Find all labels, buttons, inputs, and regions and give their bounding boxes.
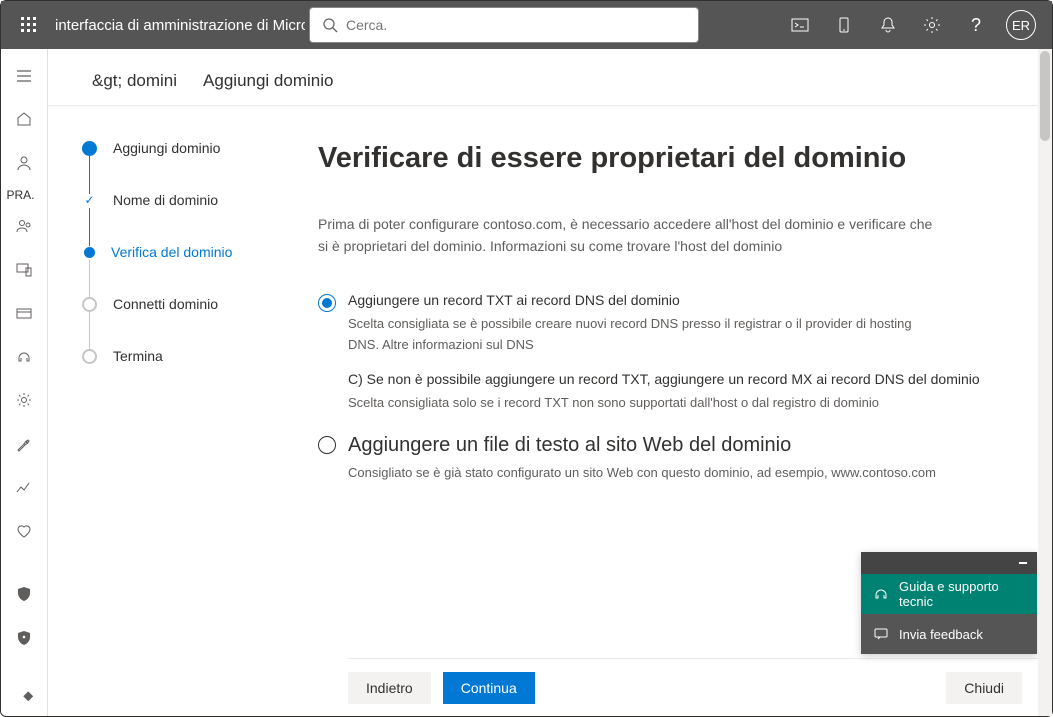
app-launcher-icon[interactable]	[9, 1, 49, 49]
gear-icon[interactable]	[4, 382, 44, 420]
option-txt-desc: Scelta consigliata se è possibile creare…	[348, 314, 938, 356]
notifications-icon[interactable]	[866, 1, 910, 49]
option-txt-title: Aggiungere un record TXT ai record DNS d…	[348, 292, 1002, 308]
panel-collapse-icon[interactable]	[861, 552, 1037, 574]
step-add-domain[interactable]: Aggiungi dominio	[82, 140, 298, 192]
radio-text-file[interactable]	[318, 436, 336, 454]
page-title: Verificare di essere proprietari del dom…	[318, 142, 1002, 175]
main-area: &gt; domini Aggiungi dominio Aggiungi do…	[48, 49, 1052, 716]
devices-icon[interactable]	[4, 251, 44, 289]
search-input[interactable]	[346, 17, 686, 33]
left-rail: PRA.	[1, 49, 48, 716]
step-domain-name[interactable]: ✓ Nome di dominio	[82, 192, 298, 244]
option-mx-title: C) Se non è possibile aggiungere un reco…	[348, 371, 1002, 387]
user-group-icon[interactable]	[4, 207, 44, 245]
health-icon[interactable]	[4, 512, 44, 550]
step-verify-domain[interactable]: Verifica del dominio	[82, 244, 298, 296]
scrollbar[interactable]	[1038, 49, 1052, 716]
intro-text: Prima di poter configurare contoso.com, …	[318, 213, 938, 258]
option-mx-desc: Scelta consigliata solo se i record TXT …	[348, 393, 938, 414]
continue-button[interactable]: Continua	[443, 672, 535, 704]
breadcrumb-domains[interactable]: &gt; domini	[92, 71, 177, 91]
headset-icon	[873, 586, 889, 602]
home-icon[interactable]	[4, 101, 44, 139]
settings-icon[interactable]	[910, 1, 954, 49]
shield-icon[interactable]	[4, 576, 44, 614]
feedback-icon	[873, 626, 889, 642]
option-file-desc: Consigliato se è già stato configurato u…	[348, 463, 938, 484]
support-icon[interactable]	[4, 338, 44, 376]
shield-lock-icon[interactable]	[4, 619, 44, 657]
mobile-icon[interactable]	[822, 1, 866, 49]
nav-menu-icon[interactable]	[4, 57, 44, 95]
avatar[interactable]: ER	[1006, 10, 1036, 40]
brand-label: interfaccia di amministrazione di Micros…	[55, 17, 305, 34]
help-support-button[interactable]: Guida e supporto tecnic	[861, 574, 1037, 614]
step-connect-domain[interactable]: Connetti dominio	[82, 296, 298, 348]
back-button[interactable]: Indietro	[348, 672, 431, 704]
search-box[interactable]	[309, 7, 699, 43]
wizard-footer: Indietro Continua Chiudi	[348, 658, 1052, 716]
shell-console-icon[interactable]	[778, 1, 822, 49]
user-icon[interactable]	[4, 144, 44, 182]
breadcrumb-add-domain[interactable]: Aggiungi dominio	[203, 71, 333, 91]
option-file-title: Aggiungere un file di testo al sito Web …	[348, 434, 1002, 457]
send-feedback-button[interactable]: Invia feedback	[861, 614, 1037, 654]
step-finish[interactable]: Termina	[82, 348, 298, 364]
breadcrumb: &gt; domini Aggiungi dominio	[48, 49, 1052, 105]
help-icon[interactable]: ?	[954, 1, 998, 49]
all-apps-icon[interactable]	[4, 678, 44, 716]
wizard-stepper: Aggiungi dominio ✓ Nome di dominio Verif…	[48, 106, 318, 658]
help-feedback-panel: Guida e supporto tecnic Invia feedback	[861, 552, 1037, 654]
reports-icon[interactable]	[4, 469, 44, 507]
wrench-icon[interactable]	[4, 425, 44, 463]
rail-text[interactable]: PRA.	[1, 188, 48, 202]
billing-icon[interactable]	[4, 294, 44, 332]
option-txt-record[interactable]: Aggiungere un record TXT ai record DNS d…	[318, 292, 1002, 356]
top-bar: interfaccia di amministrazione di Micros…	[1, 1, 1052, 49]
close-button[interactable]: Chiudi	[946, 672, 1022, 704]
option-text-file[interactable]: Aggiungere un file di testo al sito Web …	[318, 434, 1002, 484]
search-icon	[322, 17, 338, 33]
radio-txt-record[interactable]	[318, 294, 336, 312]
